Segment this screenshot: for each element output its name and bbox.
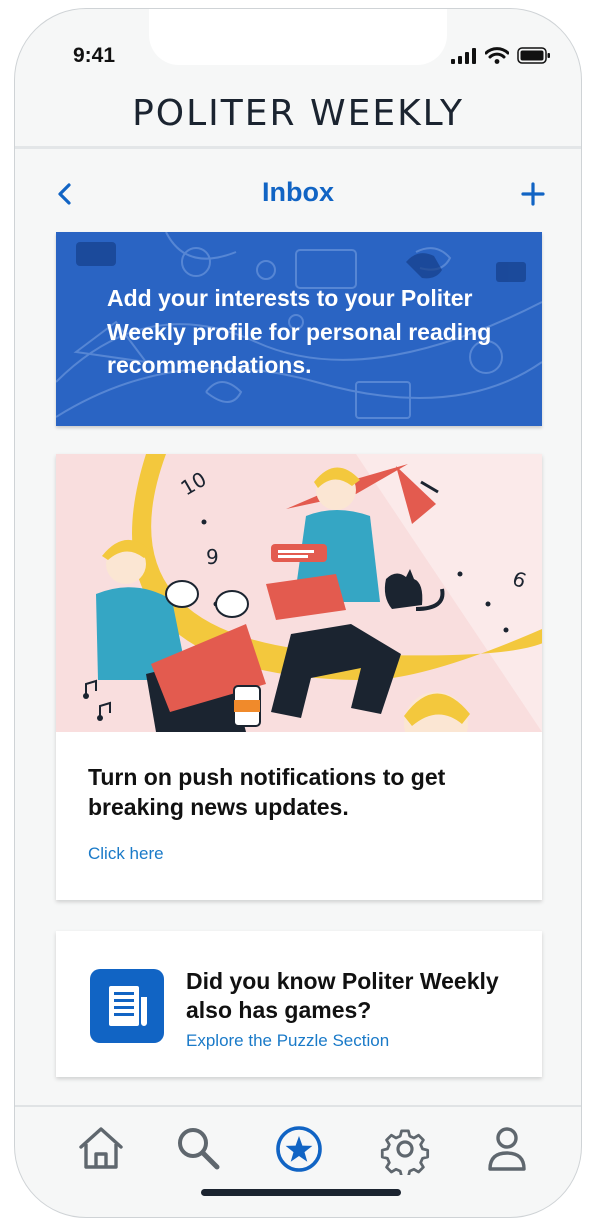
push-notification-card: 10 9 6 Turn on push notifications to get… (56, 454, 542, 900)
push-illustration: 10 9 6 (56, 454, 542, 732)
masthead-divider (15, 146, 581, 149)
games-card[interactable]: Did you know Politer Weekly also has gam… (56, 931, 542, 1077)
battery-icon (517, 47, 550, 64)
gear-icon[interactable] (379, 1123, 431, 1175)
phone-frame: 9:41 POLITER WEEKLY Inbox Add your inter… (14, 8, 582, 1218)
status-time: 9:41 (73, 44, 116, 67)
search-icon[interactable] (173, 1123, 225, 1175)
brand-masthead: POLITER WEEKLY (132, 93, 464, 134)
status-icons (451, 47, 551, 64)
interests-banner[interactable]: Add your interests to your Politer Weekl… (56, 232, 542, 426)
games-card-link[interactable]: Explore the Puzzle Section (186, 1031, 389, 1051)
games-card-title: Did you know Politer Weekly also has gam… (186, 968, 499, 1023)
page-title: Inbox (262, 177, 334, 207)
newspaper-icon (90, 969, 164, 1043)
add-button[interactable] (519, 179, 547, 209)
wifi-icon (485, 47, 509, 64)
notch (149, 9, 447, 65)
banner-text: Add your interests to your Politer Weekl… (107, 285, 492, 378)
people-with-laptops-illustration: 10 9 6 (56, 454, 542, 732)
signal-icon (451, 47, 476, 64)
tabbar-divider (15, 1105, 581, 1107)
svg-text:9: 9 (206, 545, 219, 569)
push-card-title: Turn on push notifications to get breaki… (88, 764, 446, 820)
star-icon[interactable] (273, 1123, 325, 1175)
user-icon[interactable] (481, 1123, 533, 1175)
push-card-link[interactable]: Click here (88, 844, 164, 864)
home-indicator (201, 1189, 401, 1196)
home-icon[interactable] (75, 1123, 127, 1175)
